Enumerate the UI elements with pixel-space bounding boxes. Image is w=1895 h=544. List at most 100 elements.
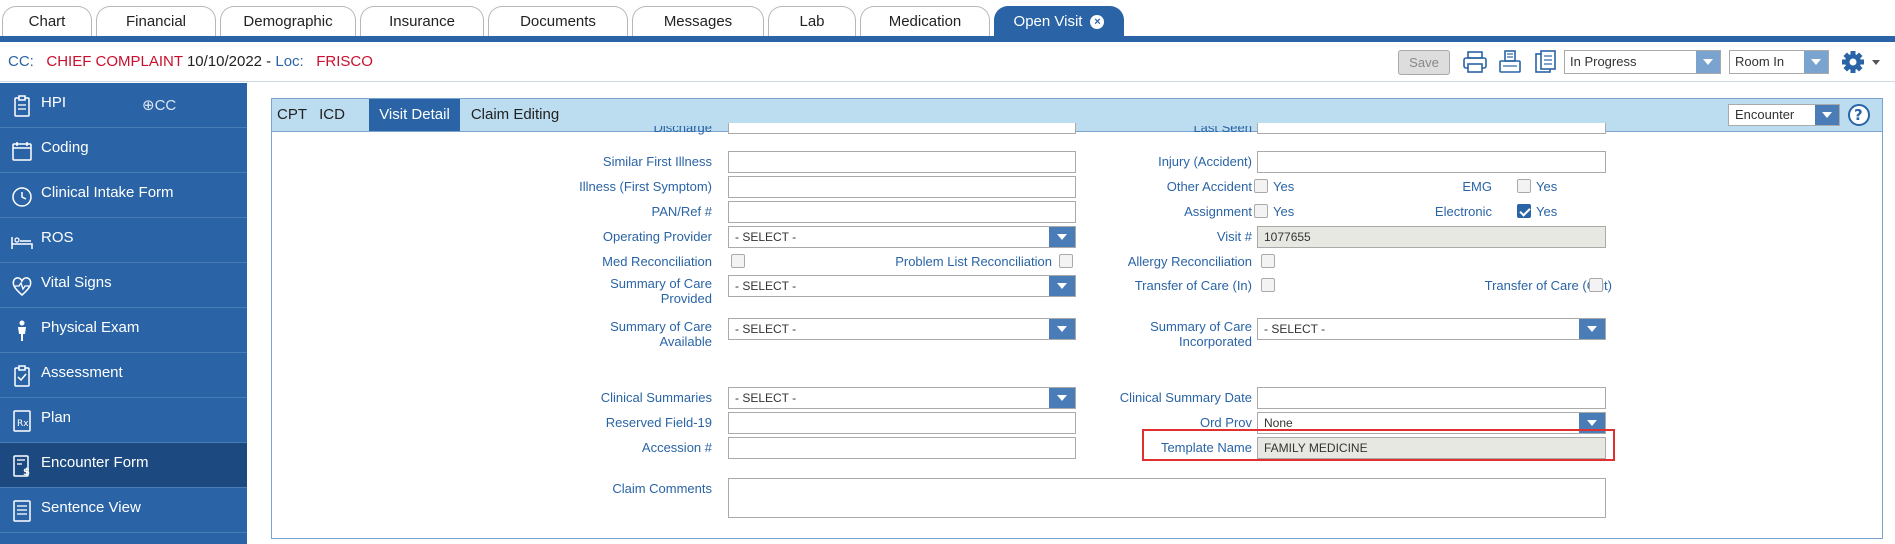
transfer-care-in-checkbox[interactable] [1261, 278, 1275, 292]
injury-accident-input[interactable] [1257, 151, 1606, 173]
clinical-summary-date-input[interactable] [1257, 387, 1606, 409]
emg-checkbox[interactable] [1517, 179, 1531, 193]
summary-care-incorporated-line1: Summary of Care [1150, 319, 1252, 334]
subtab-cpt[interactable]: CPT [272, 99, 312, 131]
tab-lab[interactable]: Lab [768, 6, 856, 36]
tab-financial[interactable]: Financial [96, 6, 216, 36]
add-circle-icon: ⊕ [142, 97, 155, 114]
injury-accident-label: Injury (Accident) [1158, 154, 1252, 169]
sidebar-item-label: Encounter Form [41, 454, 149, 471]
encounter-panel: CPT ICD Visit Detail Claim Editing Encou… [271, 98, 1883, 539]
sidebar-item-clinical-intake-form[interactable]: Clinical Intake Form [0, 173, 247, 218]
print-icon[interactable] [1462, 49, 1488, 75]
tab-messages[interactable]: Messages [632, 6, 764, 36]
visit-no-input: 1077655 [1257, 226, 1606, 248]
claim-comments-textarea[interactable] [728, 478, 1606, 518]
other-accident-checkbox[interactable] [1254, 179, 1268, 193]
tab-open-visit-label: Open Visit [1013, 13, 1083, 30]
chevron-down-icon [1696, 51, 1720, 73]
operating-provider-select[interactable]: - SELECT - [728, 226, 1076, 248]
sidebar-item-encounter-form[interactable]: $ Encounter Form [0, 443, 247, 488]
assignment-checkbox[interactable] [1254, 204, 1268, 218]
bed-icon [11, 237, 33, 249]
med-reconciliation-checkbox[interactable] [731, 254, 745, 268]
med-reconciliation-label: Med Reconciliation [602, 254, 712, 269]
sidebar-item-label: Coding [41, 139, 89, 156]
document-icon [13, 500, 31, 522]
other-accident-yes: Yes [1273, 179, 1295, 194]
reserved-field-19-label: Reserved Field-19 [605, 415, 712, 430]
fax-icon[interactable] [1497, 49, 1523, 75]
sidebar-item-coding[interactable]: Coding [0, 128, 247, 173]
settings-gear-icon[interactable] [1840, 49, 1884, 75]
close-icon[interactable]: × [1090, 15, 1105, 29]
similar-first-illness-label: Similar First Illness [602, 154, 712, 169]
electronic-checkbox[interactable] [1517, 204, 1531, 218]
last-seen-input[interactable] [1257, 123, 1606, 134]
clipboard-icon [14, 95, 30, 117]
clinical-summaries-select[interactable]: - SELECT - [728, 387, 1076, 409]
encounter-type-select[interactable]: Encounter [1728, 104, 1840, 126]
sidebar-item-assessment[interactable]: Assessment [0, 353, 247, 398]
documents-icon[interactable] [1533, 49, 1559, 75]
tab-chart[interactable]: Chart [2, 6, 92, 36]
chief-complaint-line: CC: CHIEF COMPLAINT 10/10/2022 - Loc: FR… [8, 53, 373, 70]
help-icon[interactable]: ? [1847, 103, 1871, 127]
summary-care-available-select[interactable]: - SELECT - [728, 318, 1076, 340]
subtab-visit-detail[interactable]: Visit Detail [369, 99, 460, 131]
add-cc-button[interactable]: ⊕CC [142, 96, 176, 114]
encounter-type-value: Encounter [1735, 107, 1795, 122]
discharge-input[interactable] [728, 123, 1076, 134]
emg-label: EMG [1462, 179, 1492, 194]
reserved-field-19-input[interactable] [728, 412, 1076, 434]
save-button[interactable]: Save [1398, 50, 1450, 75]
top-tab-bar: Chart Financial Demographic Insurance Do… [0, 0, 1895, 42]
sidebar-item-label: Clinical Intake Form [41, 184, 174, 201]
last-seen-text: Last Seen [1193, 126, 1252, 135]
tab-demographic[interactable]: Demographic [220, 6, 356, 36]
clinical-summaries-label: Clinical Summaries [600, 390, 712, 405]
tab-insurance[interactable]: Insurance [360, 6, 484, 36]
separator: - [262, 53, 276, 70]
template-name-label: Template Name [1160, 440, 1252, 455]
summary-care-incorporated-select[interactable]: - SELECT - [1257, 318, 1606, 340]
allergy-reconciliation-checkbox[interactable] [1261, 254, 1275, 268]
similar-first-illness-input[interactable] [728, 151, 1076, 173]
transfer-care-out-checkbox[interactable] [1589, 278, 1603, 292]
prescription-icon: Rx [13, 410, 31, 432]
discharge-text: Discharge [653, 126, 712, 135]
last-seen-label: Last Seen [1152, 126, 1252, 135]
tab-documents[interactable]: Documents [488, 6, 628, 36]
svg-text:?: ? [1854, 106, 1863, 124]
room-select[interactable]: Room In [1729, 50, 1829, 74]
sidebar-item-hpi[interactable]: HPI ⊕CC [0, 83, 247, 128]
sidebar-item-label: Sentence View [41, 499, 141, 516]
tab-open-visit[interactable]: Open Visit × [994, 6, 1124, 36]
sidebar-item-plan[interactable]: Rx Plan [0, 398, 247, 443]
sidebar-item-physical-exam[interactable]: Physical Exam [0, 308, 247, 353]
accession-input[interactable] [728, 437, 1076, 459]
summary-care-incorporated-value: - SELECT - [1264, 322, 1326, 336]
summary-care-provided-value: - SELECT - [735, 279, 797, 293]
person-icon [18, 320, 26, 341]
status-select-value: In Progress [1570, 54, 1637, 69]
sidebar-item-label: HPI [41, 94, 67, 111]
svg-text:Rx: Rx [17, 419, 29, 429]
sidebar-item-ros[interactable]: ROS [0, 218, 247, 263]
summary-care-provided-select[interactable]: - SELECT - [728, 275, 1076, 297]
chevron-down-icon [1804, 51, 1828, 73]
ord-prov-label: Ord Prov [1199, 415, 1252, 430]
status-select[interactable]: In Progress [1564, 50, 1721, 74]
subtab-claim-editing[interactable]: Claim Editing [460, 99, 570, 131]
heartbeat-icon [12, 277, 32, 296]
pan-ref-label: PAN/Ref # [651, 204, 712, 219]
subtab-icd[interactable]: ICD [312, 99, 352, 131]
chevron-down-icon [1579, 319, 1605, 339]
pan-ref-input[interactable] [728, 201, 1076, 223]
transfer-care-out-label: Transfer of Care (Out) [1484, 278, 1612, 293]
sidebar-item-sentence-view[interactable]: Sentence View [0, 488, 247, 533]
illness-first-symptom-input[interactable] [728, 176, 1076, 198]
calendar-icon [12, 142, 32, 161]
tab-medication[interactable]: Medication [860, 6, 990, 36]
sidebar-item-vital-signs[interactable]: Vital Signs [0, 263, 247, 308]
